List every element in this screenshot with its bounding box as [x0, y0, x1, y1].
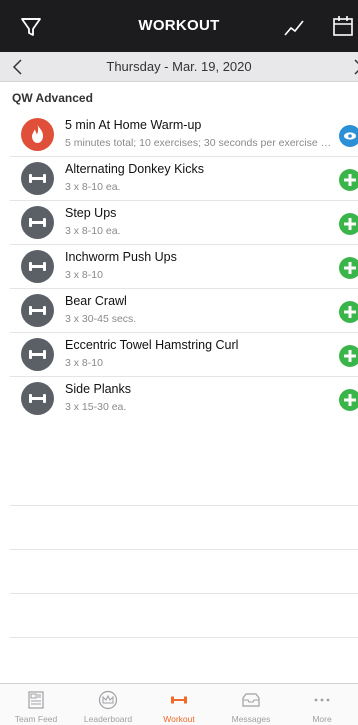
exercise-detail: 3 x 30-45 secs.: [65, 313, 137, 325]
exercise-name: Eccentric Towel Hamstring Curl: [65, 338, 239, 352]
top-bar: WORKOUT: [0, 0, 358, 52]
exercise-name: Side Planks: [65, 382, 132, 396]
exercise-row[interactable]: Eccentric Towel Hamstring Curl 3 x 8-10: [0, 333, 358, 376]
section-title: QW Advanced: [12, 91, 93, 105]
exercise-detail: 5 minutes total; 10 exercises; 30 second…: [65, 137, 333, 149]
add-icon[interactable]: [339, 345, 358, 367]
add-icon[interactable]: [339, 389, 358, 411]
exercise-detail: 3 x 8-10: [65, 357, 103, 369]
add-icon[interactable]: [339, 213, 358, 235]
feed-icon: [28, 691, 44, 709]
exercise-name: Step Ups: [65, 206, 117, 220]
exercise-name: Inchworm Push Ups: [65, 250, 177, 264]
tab-workout[interactable]: Workout: [143, 684, 215, 725]
exercise-detail: 3 x 15-30 ea.: [65, 401, 127, 413]
divider: [10, 549, 358, 550]
exercise-row[interactable]: Alternating Donkey Kicks 3 x 8-10 ea.: [0, 157, 358, 200]
dumbbell-icon: [21, 294, 54, 327]
dumbbell-icon: [21, 382, 54, 415]
add-icon[interactable]: [339, 301, 358, 323]
tab-label: More: [312, 714, 332, 724]
exercise-row[interactable]: Bear Crawl 3 x 30-45 secs.: [0, 289, 358, 332]
tab-messages[interactable]: Messages: [215, 684, 287, 725]
exercise-name: Alternating Donkey Kicks: [65, 162, 204, 176]
tab-label: Team Feed: [14, 714, 58, 724]
calendar-icon[interactable]: [331, 14, 355, 38]
date-label: Thursday - Mar. 19, 2020: [106, 59, 252, 74]
exercise-detail: 3 x 8-10 ea.: [65, 181, 121, 193]
more-icon: [314, 698, 330, 702]
dumbbell-icon: [171, 696, 187, 704]
tab-bar: Team Feed Leaderboard Workout Messages M…: [0, 683, 358, 725]
exercise-row[interactable]: Side Planks 3 x 15-30 ea.: [0, 377, 358, 420]
view-icon[interactable]: [339, 125, 358, 147]
divider: [10, 505, 358, 506]
exercise-detail: 3 x 8-10 ea.: [65, 225, 121, 237]
divider: [10, 593, 358, 594]
inbox-icon: [242, 693, 260, 707]
trend-icon[interactable]: [282, 15, 306, 39]
dumbbell-icon: [21, 162, 54, 195]
tab-label: Workout: [163, 714, 195, 724]
tab-team-feed[interactable]: Team Feed: [0, 684, 72, 725]
exercise-row[interactable]: 5 min At Home Warm-up 5 minutes total; 1…: [0, 113, 358, 156]
dumbbell-icon: [21, 206, 54, 239]
exercise-detail: 3 x 8-10: [65, 269, 103, 281]
crown-icon: [98, 690, 118, 710]
tab-leaderboard[interactable]: Leaderboard: [72, 684, 144, 725]
chevron-right-icon[interactable]: [349, 55, 358, 79]
dumbbell-icon: [21, 250, 54, 283]
exercise-row[interactable]: Step Ups 3 x 8-10 ea.: [0, 201, 358, 244]
add-icon[interactable]: [339, 257, 358, 279]
exercise-row[interactable]: Inchworm Push Ups 3 x 8-10: [0, 245, 358, 288]
tab-label: Messages: [231, 714, 271, 724]
exercise-name: Bear Crawl: [65, 294, 127, 308]
date-bar: Thursday - Mar. 19, 2020: [0, 52, 358, 82]
add-icon[interactable]: [339, 169, 358, 191]
dumbbell-icon: [21, 338, 54, 371]
divider: [10, 637, 358, 638]
exercise-name: 5 min At Home Warm-up: [65, 118, 202, 132]
tab-more[interactable]: More: [286, 684, 358, 725]
fire-icon: [21, 118, 54, 151]
tab-label: Leaderboard: [83, 714, 133, 724]
